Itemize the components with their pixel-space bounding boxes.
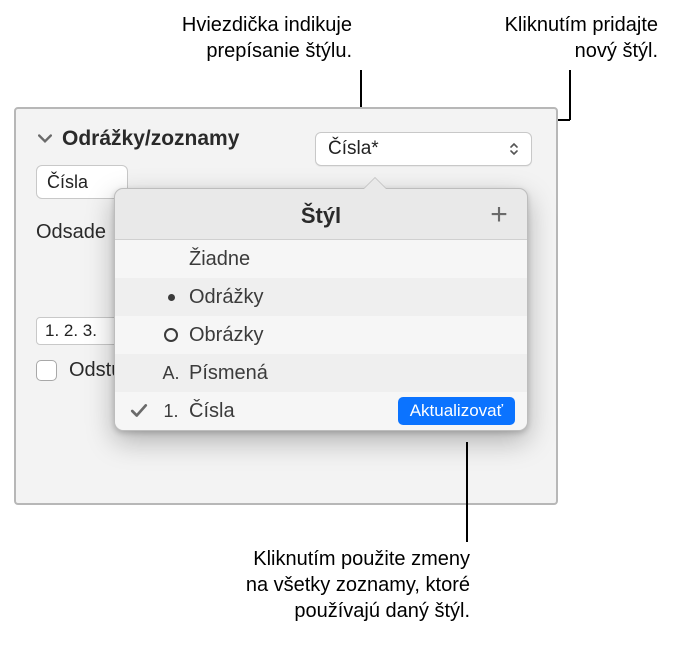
- callout-update: Kliknutím použite zmeny na všetky zoznam…: [170, 546, 470, 624]
- checkbox-icon[interactable]: [36, 360, 57, 381]
- callout-asterisk: Hviezdička indikuje prepísanie štýlu.: [62, 12, 352, 64]
- style-item-bullets[interactable]: Odrážky: [115, 278, 527, 316]
- sub-style-value: Čísla: [47, 172, 88, 193]
- callout-text: Hviezdička indikuje: [62, 12, 352, 38]
- section-title: Odrážky/zoznamy: [62, 127, 239, 151]
- number-format-value: 1. 2. 3.: [45, 321, 97, 341]
- popover-header: Štýl +: [115, 189, 527, 239]
- image-bullet-icon: [153, 328, 189, 342]
- callout-text: Kliknutím pridajte: [428, 12, 658, 38]
- callout-text: Kliknutím použite zmeny: [170, 546, 470, 572]
- style-item-images[interactable]: Obrázky: [115, 316, 527, 354]
- plus-icon: +: [490, 203, 508, 227]
- callout-text: prepísanie štýlu.: [62, 38, 352, 64]
- number-marker: 1.: [153, 401, 189, 422]
- callout-line: [466, 442, 468, 542]
- callout-text: používajú daný štýl.: [170, 598, 470, 624]
- letter-marker: A.: [153, 363, 189, 384]
- bullet-icon: [153, 294, 189, 301]
- callout-add: Kliknutím pridajte nový štýl.: [428, 12, 658, 64]
- popover-list: Žiadne Odrážky Obrázky A. Písmená 1. Čís…: [115, 239, 527, 430]
- checkmark-icon: [125, 402, 153, 420]
- style-item-none[interactable]: Žiadne: [115, 240, 527, 278]
- chevron-down-icon[interactable]: [36, 130, 54, 148]
- style-popover: Štýl + Žiadne Odrážky Obrázky A. Písmená: [114, 188, 528, 431]
- callout-line: [569, 70, 571, 120]
- add-style-button[interactable]: +: [484, 200, 514, 230]
- callout-text: na všetky zoznamy, ktoré: [170, 572, 470, 598]
- style-item-label: Žiadne: [189, 248, 515, 271]
- style-item-label: Písmená: [189, 362, 515, 385]
- popover-title: Štýl: [301, 203, 341, 228]
- callout-text: nový štýl.: [428, 38, 658, 64]
- style-item-numbers[interactable]: 1. Čísla Aktualizovať: [115, 392, 527, 430]
- list-style-select[interactable]: Čísla*: [315, 132, 532, 166]
- style-item-label: Obrázky: [189, 324, 515, 347]
- style-item-label: Odrážky: [189, 286, 515, 309]
- updown-chevron-icon: [509, 141, 519, 157]
- style-item-letters[interactable]: A. Písmená: [115, 354, 527, 392]
- update-style-button[interactable]: Aktualizovať: [398, 397, 515, 425]
- style-item-label: Čísla: [189, 400, 398, 423]
- list-style-value: Čísla*: [328, 138, 509, 160]
